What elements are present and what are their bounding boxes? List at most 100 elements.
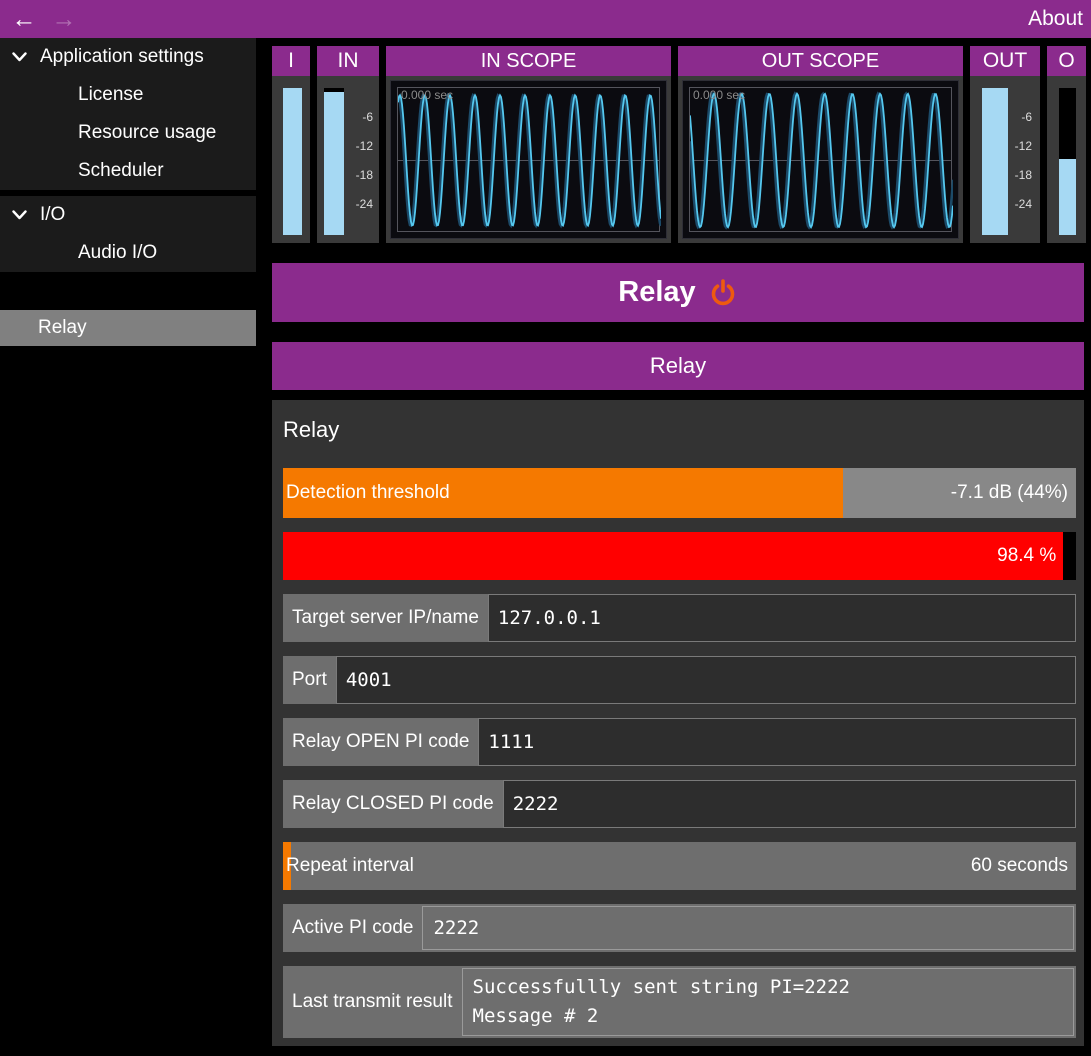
detection-threshold-slider[interactable]: Detection threshold -7.1 dB (44%) [283, 468, 1076, 518]
field-label: Target server IP/name [283, 594, 488, 642]
meter-fill [283, 88, 302, 235]
relay-open-pi-row: Relay OPEN PI code 1111 [283, 718, 1076, 766]
tab-relay-label: Relay [650, 353, 706, 379]
scope-title: IN SCOPE [386, 46, 671, 76]
sidebar-item-label: Resource usage [78, 122, 216, 144]
sidebar-item-application-settings[interactable]: Application settings [0, 38, 256, 76]
relay-closed-pi-input[interactable]: 2222 [503, 780, 1076, 828]
slider-label: Repeat interval [286, 842, 414, 890]
scale-tick: -24 [356, 197, 373, 211]
scope-time-label: 0.000 sec [401, 88, 453, 102]
sine-waveform [398, 88, 661, 233]
sidebar-item-label: Relay [38, 317, 87, 339]
about-link[interactable]: About [1028, 0, 1083, 38]
meter-fill [324, 92, 344, 235]
relay-title-bar[interactable]: Relay [272, 263, 1084, 322]
scale-tick: -18 [356, 168, 373, 182]
sidebar-item-io[interactable]: I/O [0, 196, 256, 234]
chevron-down-icon [12, 210, 40, 220]
last-transmit-line2: Message # 2 [473, 1002, 1074, 1031]
target-server-row: Target server IP/name 127.0.0.1 [283, 594, 1076, 642]
chevron-down-icon [12, 52, 40, 62]
sidebar-item-label: Audio I/O [78, 242, 157, 264]
sidebar-item-license[interactable]: License [0, 76, 256, 114]
meter-fill: 98.4 % [283, 532, 1063, 580]
meter-body: -6 -12 -18 -24 [317, 76, 379, 243]
active-pi-value: 2222 [422, 906, 1074, 950]
out-scope-panel: OUT SCOPE 0.000 sec [678, 46, 963, 243]
tab-relay[interactable]: Relay [272, 342, 1084, 390]
last-transmit-value: Successfullly sent string PI=2222 Messag… [462, 968, 1075, 1036]
meter-value: 98.4 % [997, 532, 1056, 580]
field-label: Port [283, 656, 336, 704]
scale-tick: -24 [1015, 197, 1032, 211]
forward-arrow-icon[interactable]: → [44, 0, 84, 38]
scale-tick: -12 [1015, 139, 1032, 153]
field-label: Active PI code [283, 904, 422, 952]
field-label: Relay CLOSED PI code [283, 780, 503, 828]
power-icon[interactable] [708, 278, 738, 308]
sidebar-item-label: I/O [40, 204, 65, 226]
field-label: Relay OPEN PI code [283, 718, 478, 766]
sidebar-item-resource-usage[interactable]: Resource usage [0, 114, 256, 152]
meter-title: OUT [970, 46, 1040, 76]
sidebar-item-label: Application settings [40, 46, 204, 68]
meter-body: -6 -12 -18 -24 [970, 76, 1040, 243]
signal-level-meter: 98.4 % [283, 532, 1076, 580]
meter-body [1047, 76, 1086, 243]
scale-tick: -18 [1015, 168, 1032, 182]
scale-tick: -12 [356, 139, 373, 153]
input-level-meter: IN -6 -12 -18 -24 [317, 46, 379, 243]
slider-value: -7.1 dB (44%) [951, 468, 1068, 518]
section-title: Relay [283, 412, 1076, 448]
oscilloscope-screen: 0.000 sec [682, 80, 959, 239]
sidebar-item-relay-selected[interactable]: Relay [0, 310, 256, 346]
relay-closed-pi-row: Relay CLOSED PI code 2222 [283, 780, 1076, 828]
meters-row: I IN -6 -12 -18 -24 IN SCOPE 0.000 sec [272, 46, 1086, 243]
slider-value: 60 seconds [971, 842, 1068, 890]
active-pi-row: Active PI code 2222 [283, 904, 1076, 952]
sine-waveform [690, 88, 953, 233]
back-arrow-icon[interactable]: ← [4, 0, 44, 38]
field-label: Last transmit result [283, 966, 462, 1038]
meter-title: O [1047, 46, 1086, 76]
sidebar-item-label: License [78, 84, 144, 106]
relay-settings-panel: Relay Detection threshold -7.1 dB (44%) … [272, 400, 1084, 1046]
in-scope-panel: IN SCOPE 0.000 sec [386, 46, 671, 243]
scale-tick: -6 [362, 110, 373, 124]
oscilloscope-screen: 0.000 sec [390, 80, 667, 239]
meter-fill [982, 88, 1008, 235]
last-transmit-line1: Successfullly sent string PI=2222 [473, 973, 1074, 1002]
relay-open-pi-input[interactable]: 1111 [478, 718, 1076, 766]
top-bar: ← → About [0, 0, 1091, 38]
meter-track [283, 88, 302, 235]
meter-track [1059, 88, 1076, 235]
meter-fill [1059, 159, 1076, 235]
port-input[interactable]: 4001 [336, 656, 1076, 704]
scope-body: 0.000 sec [678, 76, 963, 243]
sidebar-item-scheduler[interactable]: Scheduler [0, 152, 256, 190]
output-level-meter: OUT -6 -12 -18 -24 [970, 46, 1040, 243]
target-server-input[interactable]: 127.0.0.1 [488, 594, 1076, 642]
sidebar-item-label: Scheduler [78, 160, 164, 182]
output-peak-meter: O [1047, 46, 1086, 243]
relay-title-text: Relay [618, 276, 695, 309]
meter-track [324, 88, 344, 235]
sidebar: Application settings License Resource us… [0, 38, 256, 1056]
sidebar-group-application-settings: Application settings License Resource us… [0, 38, 256, 190]
scope-body: 0.000 sec [386, 76, 671, 243]
slider-label: Detection threshold [286, 468, 450, 518]
meter-title: IN [317, 46, 379, 76]
sidebar-item-audio-io[interactable]: Audio I/O [0, 234, 256, 272]
last-transmit-row: Last transmit result Successfullly sent … [283, 966, 1076, 1038]
port-row: Port 4001 [283, 656, 1076, 704]
repeat-interval-slider[interactable]: Repeat interval 60 seconds [283, 842, 1076, 890]
scope-title: OUT SCOPE [678, 46, 963, 76]
scale-tick: -6 [1021, 110, 1032, 124]
meter-body [272, 76, 310, 243]
input-peak-meter: I [272, 46, 310, 243]
meter-title: I [272, 46, 310, 76]
scope-time-label: 0.000 sec [693, 88, 745, 102]
meter-track [982, 88, 1008, 235]
sidebar-group-io: I/O Audio I/O [0, 196, 256, 272]
